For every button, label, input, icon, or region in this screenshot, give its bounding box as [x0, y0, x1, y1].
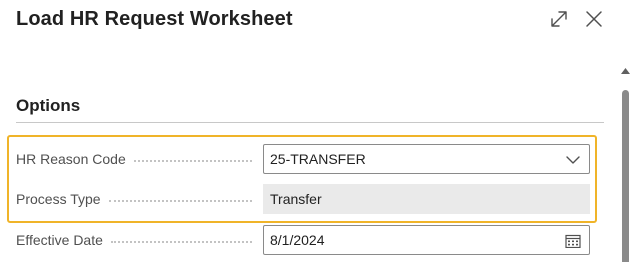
- label-leader-dots: [107, 184, 253, 214]
- scroll-up-arrow-icon[interactable]: [621, 68, 630, 74]
- effective-date-value: 8/1/2024: [270, 232, 325, 248]
- close-icon[interactable]: [583, 8, 605, 30]
- process-type-value: Transfer: [270, 191, 322, 207]
- dialog-title: Load HR Request Worksheet: [16, 8, 293, 30]
- vertical-scrollbar[interactable]: [618, 62, 633, 262]
- dialog-header: Load HR Request Worksheet: [0, 0, 633, 40]
- field-row-hr-reason-code: HR Reason Code 25-TRANSFER: [16, 144, 590, 174]
- label-leader-dots: [132, 144, 253, 174]
- field-row-effective-date: Effective Date 8/1/2024: [16, 225, 590, 255]
- calendar-icon[interactable]: [565, 234, 581, 248]
- chevron-down-icon[interactable]: [565, 153, 581, 167]
- process-type-label: Process Type: [16, 191, 107, 207]
- field-row-process-type: Process Type Transfer: [16, 184, 590, 214]
- options-section-title: Options: [16, 96, 81, 115]
- label-leader-dots: [109, 225, 253, 255]
- hr-reason-code-dropdown[interactable]: 25-TRANSFER: [263, 144, 590, 174]
- hr-reason-code-label: HR Reason Code: [16, 151, 132, 167]
- hr-reason-code-value: 25-TRANSFER: [270, 151, 366, 167]
- process-type-field: Transfer: [263, 184, 590, 214]
- expand-icon[interactable]: [548, 8, 570, 30]
- effective-date-input[interactable]: 8/1/2024: [263, 225, 590, 255]
- effective-date-label: Effective Date: [16, 232, 109, 248]
- section-divider: [16, 122, 604, 123]
- scrollbar-thumb[interactable]: [622, 90, 629, 262]
